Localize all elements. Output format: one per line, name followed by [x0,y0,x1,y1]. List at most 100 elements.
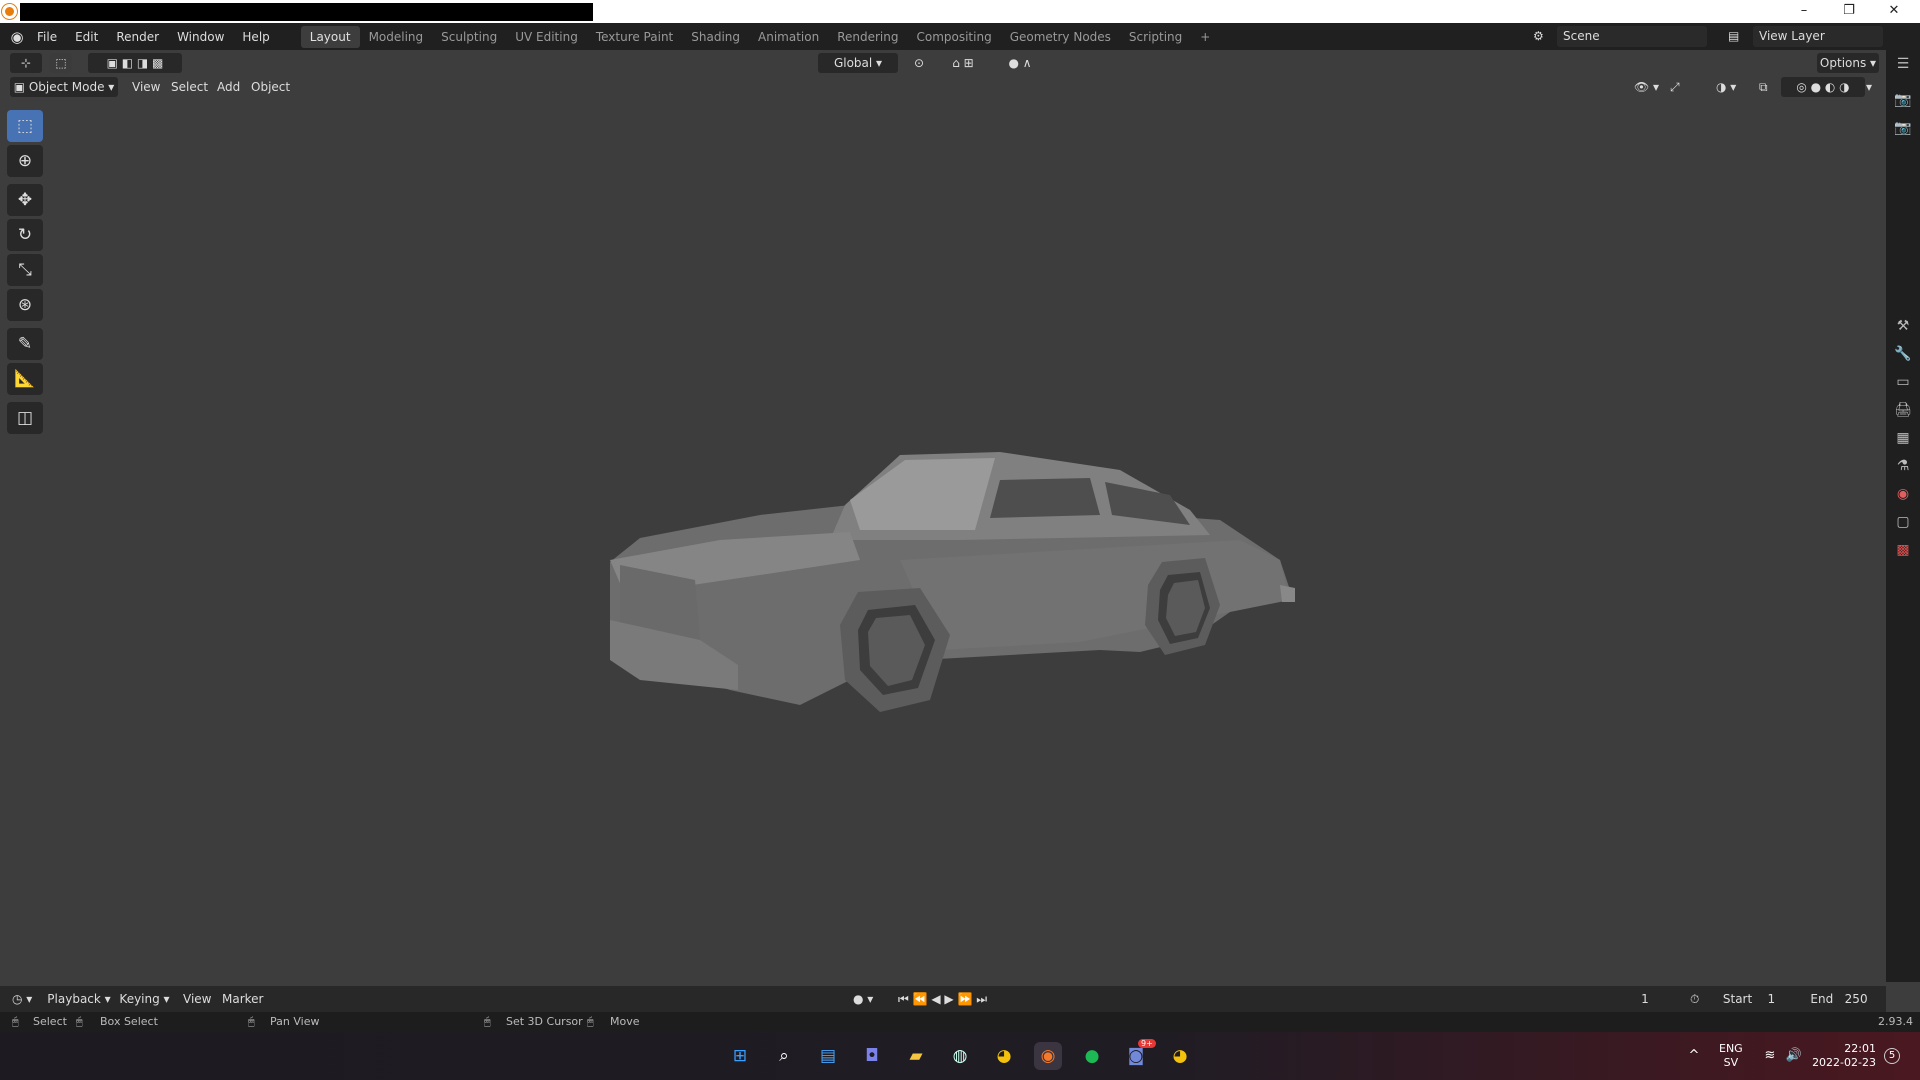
tab-modeling[interactable]: Modeling [360,26,433,48]
editor-type-dropdown[interactable]: ⊹ [10,53,42,73]
keying-label: Keying [119,992,160,1006]
tab-rendering[interactable]: Rendering [828,26,907,48]
scene-properties-icon[interactable]: ⚗ [1886,452,1920,480]
tool-settings-icon[interactable]: ⬚ [50,53,72,73]
tab-geometry-nodes[interactable]: Geometry Nodes [1001,26,1120,48]
wrench-icon[interactable]: 🔧 [1886,340,1920,368]
minimize-button[interactable]: – [1784,2,1824,20]
transform-orientation-dropdown[interactable]: Global ▾ [818,53,898,73]
view-layer-field[interactable]: View Layer [1753,26,1883,47]
render-properties-icon[interactable]: ▭ [1886,368,1920,396]
tray-overflow-icon[interactable]: ^ [1680,1042,1708,1070]
teams-icon[interactable]: ◘ [858,1042,886,1070]
tab-layout[interactable]: Layout [300,25,360,48]
measure-icon[interactable]: 📐 [7,363,43,395]
annotate-icon[interactable]: ✎ [7,328,43,360]
timeline-editor-icon[interactable]: ◷ ▾ [12,989,32,1009]
language-indicator[interactable]: ENG SV [1719,1042,1743,1070]
status-select: Select [33,1015,67,1028]
add-cube-icon[interactable]: ◫ [7,402,43,434]
clock[interactable]: 22:01 2022-02-23 [1812,1042,1876,1070]
timeline-view-menu[interactable]: View [183,989,211,1009]
texture-properties-icon[interactable]: ▩ [1886,536,1920,564]
menu-select[interactable]: Select [171,77,208,97]
tab-shading[interactable]: Shading [682,26,749,48]
blender-taskbar-icon[interactable]: ◉ [1034,1042,1062,1070]
playback-controls[interactable]: ⏮ ⏪ ◀ ▶ ⏩ ⏭ [898,989,987,1009]
end-frame-field[interactable]: End 250 [1800,989,1878,1009]
gizmo-icon[interactable]: ⤢ [1670,77,1680,97]
pivot-point-icon[interactable]: ⊙ [903,53,935,73]
steam-icon[interactable]: ◍ [946,1042,974,1070]
file-explorer-icon[interactable]: ▰ [902,1042,930,1070]
menu-object[interactable]: Object [251,77,290,97]
chrome-icon-2[interactable]: ◕ [1166,1042,1194,1070]
outliner-icon[interactable]: ☰ [1886,50,1920,78]
blender-logo-icon [2,4,17,19]
scene-field[interactable]: Scene [1557,26,1707,47]
current-frame-field[interactable]: 1 [1608,989,1682,1009]
add-workspace-button[interactable]: + [1191,26,1219,48]
stopwatch-icon[interactable]: ⏱ [1690,989,1699,1009]
cursor-box-icon[interactable]: ⬚ [7,110,43,142]
search-icon[interactable]: ⌕ [770,1042,798,1070]
record-icon[interactable]: ● ▾ [853,989,873,1009]
menu-render[interactable]: Render [107,26,168,48]
spotify-icon[interactable]: ● [1078,1042,1106,1070]
move-icon[interactable]: ✥ [7,184,43,216]
snap-icon[interactable]: ⌂ ⊞ [938,53,988,73]
menu-edit[interactable]: Edit [66,26,107,48]
tool-properties-icon[interactable]: ⚒ [1886,312,1920,340]
transform-orientation-label: Global [833,56,873,70]
tab-uv-editing[interactable]: UV Editing [506,26,587,48]
playback-dropdown[interactable]: Playback ▾ [45,989,113,1009]
chrome-icon[interactable]: ◕ [990,1042,1018,1070]
end-label: End [1810,992,1834,1006]
mode-dropdown[interactable]: ▣ Object Mode ▾ [10,77,118,97]
keying-dropdown[interactable]: Keying ▾ [117,989,172,1009]
tab-scripting[interactable]: Scripting [1120,26,1191,48]
view-layer-icon[interactable]: ▤ [1722,26,1752,47]
maximize-button[interactable]: ❐ [1829,2,1869,20]
tab-animation[interactable]: Animation [749,26,828,48]
blender-menu-icon[interactable]: ◉ [6,26,28,48]
xray-icon[interactable]: ⧉ [1759,77,1768,97]
3d-viewport[interactable]: ⊹ ⬚ ▣ ◧ ◨ ▩ Global ▾ ⊙ ⌂ ⊞ ● ∧ Options ▾… [0,50,1886,982]
tab-compositing[interactable]: Compositing [907,26,1000,48]
scale-icon[interactable]: ⤡ [7,254,43,286]
visibility-icon[interactable]: 👁 ▾ [1634,77,1659,97]
options-dropdown[interactable]: Options ▾ [1817,53,1879,73]
widgets-icon[interactable]: ▤ [814,1042,842,1070]
proportional-edit-icon[interactable]: ● ∧ [995,53,1045,73]
menu-help[interactable]: Help [233,26,278,48]
close-button[interactable]: ✕ [1874,2,1914,20]
selection-mode-buttons[interactable]: ▣ ◧ ◨ ▩ [88,53,182,73]
tab-sculpting[interactable]: Sculpting [432,26,506,48]
tab-texture-paint[interactable]: Texture Paint [587,26,682,48]
shading-mode-buttons[interactable]: ◎ ● ◐ ◑ [1781,77,1865,97]
version-label: 2.93.4 [1878,1015,1913,1028]
timeline-marker-menu[interactable]: Marker [222,989,263,1009]
output-properties-icon[interactable]: 🖨 [1886,396,1920,424]
playback-label: Playback [47,992,101,1006]
windows-start-icon[interactable]: ⊞ [726,1042,754,1070]
menu-view[interactable]: View [132,77,160,97]
shading-options-icon[interactable]: ▾ [1866,77,1872,97]
rotate-icon[interactable]: ↻ [7,219,43,251]
menu-window[interactable]: Window [168,26,233,48]
camera-icon-2[interactable]: 📷 [1886,114,1920,142]
notification-badge[interactable]: 5 [1884,1048,1900,1064]
transform-icon[interactable]: ⊛ [7,289,43,321]
view-layer-properties-icon[interactable]: ▦ [1886,424,1920,452]
3d-cursor-icon[interactable]: ⊕ [7,145,43,177]
menu-add[interactable]: Add [217,77,240,97]
overlay-icon[interactable]: ◑ ▾ [1716,77,1736,97]
world-properties-icon[interactable]: ◉ [1886,480,1920,508]
menu-file[interactable]: File [28,26,66,48]
start-frame-field[interactable]: Start 1 [1712,989,1786,1009]
volume-icon[interactable]: 🔊 [1780,1042,1808,1070]
timeline-header: ◷ ▾ Playback ▾ Keying ▾ View Marker ● ▾ … [0,986,1886,1012]
scene-icon[interactable]: ⚙ [1527,26,1557,47]
camera-icon[interactable]: 📷 [1886,86,1920,114]
collection-properties-icon[interactable]: ▢ [1886,508,1920,536]
